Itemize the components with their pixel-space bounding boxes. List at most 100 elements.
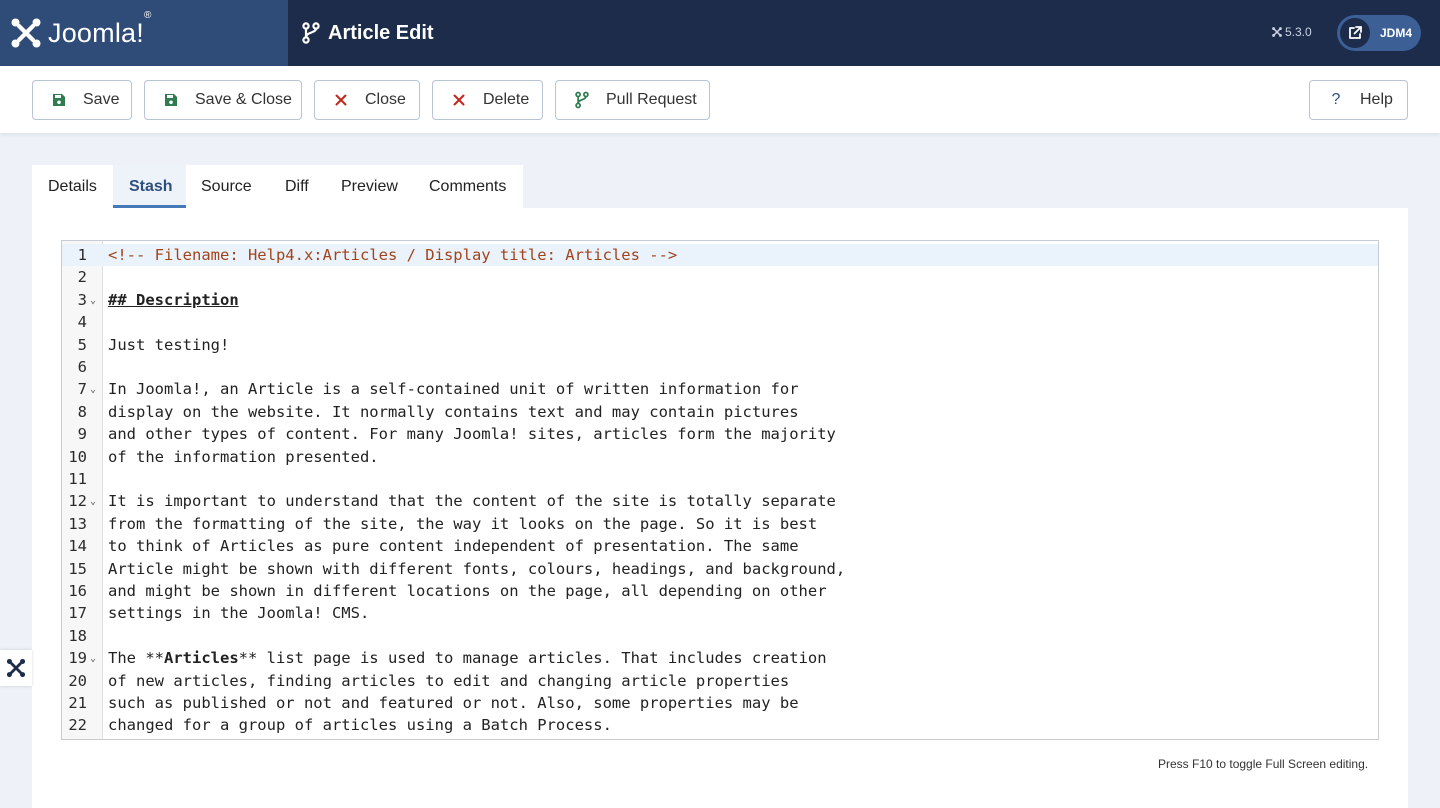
code-line[interactable]: 9 and other types of content. For many Jo…	[62, 423, 1378, 445]
brand-name: Joomla!®	[48, 9, 152, 48]
code-text: and other types of content. For many Joo…	[108, 425, 836, 444]
line-number: 16	[68, 582, 87, 600]
code-line[interactable]: 6	[62, 356, 1378, 378]
code-text: <!-- Filename: Help4.x:Articles / Displa…	[108, 246, 678, 264]
code-text: changed for a group of articles using a …	[108, 716, 612, 735]
user-menu-button[interactable]: JDM4	[1337, 15, 1421, 51]
save-and-close-button[interactable]: Save & Close	[144, 80, 302, 120]
header-bar: Joomla!® Article Edit 5.3.0 JDM4	[0, 0, 1440, 66]
fold-toggle-icon[interactable]: ⌄	[90, 491, 96, 513]
code-text: It is important to understand that the c…	[108, 492, 836, 511]
code-text: and might be shown in different location…	[108, 582, 827, 600]
line-number: 21	[68, 694, 87, 712]
branch-icon	[572, 91, 592, 109]
code-line[interactable]: 8 display on the website. It normally con…	[62, 401, 1378, 423]
line-number: 18	[68, 626, 87, 645]
tab-stash[interactable]: Stash	[113, 165, 186, 208]
code-line[interactable]: 16 and might be shown in different locati…	[62, 580, 1378, 602]
line-number: 3	[77, 290, 87, 309]
save-icon	[49, 93, 69, 107]
save-button[interactable]: Save	[32, 80, 132, 120]
branch-icon	[302, 22, 320, 44]
tab-source[interactable]: Source	[186, 165, 268, 208]
code-text: In Joomla!, an Article is a self-contain…	[108, 380, 799, 399]
code-text: such as published or not and featured or…	[108, 694, 799, 712]
help-icon: ?	[1331, 91, 1341, 108]
code-line[interactable]: 5 Just testing!	[62, 334, 1378, 356]
fullscreen-hint: Press F10 to toggle Full Screen editing.	[1158, 757, 1369, 771]
tab-preview[interactable]: Preview	[325, 165, 413, 208]
brand-logo[interactable]: Joomla!®	[0, 0, 288, 66]
line-number: 12	[68, 492, 87, 511]
joomla-small-icon	[1272, 27, 1282, 37]
close-icon	[331, 94, 351, 106]
line-number: 15	[68, 559, 87, 578]
code-text: from the formatting of the site, the way…	[108, 514, 818, 533]
line-number: 17	[68, 604, 87, 623]
fold-toggle-icon[interactable]: ⌄	[90, 290, 96, 312]
code-line[interactable]: 17 settings in the Joomla! CMS.	[62, 602, 1378, 624]
toolbar: Save Save & Close Close Delete Pull Requ…	[0, 66, 1440, 133]
line-number: 20	[68, 671, 87, 690]
line-number: 8	[77, 402, 87, 421]
code-line[interactable]: 21 such as published or not and featured …	[62, 692, 1378, 714]
fold-toggle-icon[interactable]: ⌄	[90, 379, 96, 401]
line-number: 10	[68, 447, 87, 466]
code-text: to think of Articles as pure content ind…	[108, 537, 799, 556]
code-line[interactable]: 3 ⌄ ## Description	[62, 289, 1378, 311]
code-line[interactable]: 12 ⌄ It is important to understand that th…	[62, 490, 1378, 512]
code-line[interactable]: 13 from the formatting of the site, the w…	[62, 513, 1378, 535]
code-line[interactable]: 11	[62, 468, 1378, 490]
line-number: 7	[77, 380, 87, 399]
code-line[interactable]: 15 Article might be shown with different …	[62, 558, 1378, 580]
code-text: of the information presented.	[108, 447, 379, 466]
code-text: Article might be shown with different fo…	[108, 559, 846, 578]
code-line[interactable]: 4	[62, 311, 1378, 333]
code-text: ## Description	[108, 290, 239, 309]
save-icon	[161, 93, 181, 107]
joomla-logo-icon	[11, 18, 41, 48]
code-text: display on the website. It normally cont…	[108, 402, 799, 421]
page-title: Article Edit	[328, 21, 434, 44]
code-text: The **Articles** list page is used to ma…	[108, 649, 827, 668]
line-number: 6	[77, 358, 87, 376]
tab-bar: Details Stash Source Diff Preview Commen…	[32, 165, 523, 208]
code-line[interactable]: 20 of new articles, finding articles to e…	[62, 670, 1378, 692]
line-number: 13	[68, 514, 87, 533]
code-line[interactable]: 10 of the information presented.	[62, 446, 1378, 468]
line-number: 2	[77, 268, 87, 287]
line-number: 22	[68, 716, 87, 735]
joomla-side-icon[interactable]	[0, 650, 32, 686]
line-number: 5	[77, 335, 87, 354]
code-line[interactable]: 2	[62, 266, 1378, 288]
code-text: of new articles, finding articles to edi…	[108, 671, 790, 690]
line-number: 11	[68, 470, 87, 488]
line-number: 9	[77, 425, 87, 444]
code-line[interactable]: 18	[62, 625, 1378, 647]
tab-comments[interactable]: Comments	[413, 165, 523, 208]
fold-toggle-icon[interactable]: ⌄	[90, 648, 96, 670]
line-number: 19	[68, 649, 87, 668]
close-button[interactable]: Close	[314, 80, 420, 120]
close-icon	[449, 94, 469, 106]
page-title-area: Article Edit	[302, 0, 434, 66]
code-editor[interactable]: 1 <!-- Filename: Help4.x:Articles / Displ…	[61, 240, 1379, 740]
pull-request-button[interactable]: Pull Request	[555, 80, 710, 120]
line-number: 14	[68, 537, 87, 556]
line-number: 1	[77, 246, 87, 264]
code-text: Just testing!	[108, 335, 230, 354]
code-line[interactable]: 1 <!-- Filename: Help4.x:Articles / Displ…	[62, 244, 1378, 267]
code-line[interactable]: 7 ⌄ In Joomla!, an Article is a self-conta…	[62, 378, 1378, 400]
help-button[interactable]: ? Help	[1309, 80, 1408, 120]
code-line[interactable]: 14 to think of Articles as pure content i…	[62, 535, 1378, 557]
bold-markup-text: Articles	[164, 649, 239, 668]
line-number: 4	[77, 313, 87, 332]
tab-diff[interactable]: Diff	[268, 165, 325, 208]
code-line[interactable]: 22 changed for a group of articles using …	[62, 714, 1378, 736]
external-link-icon	[1340, 18, 1370, 48]
code-text: settings in the Joomla! CMS.	[108, 604, 370, 623]
tab-details[interactable]: Details	[32, 165, 113, 208]
delete-button[interactable]: Delete	[432, 80, 543, 120]
user-label: JDM4	[1380, 26, 1413, 40]
code-line[interactable]: 19 ⌄ The **Articles** list page is used to…	[62, 647, 1378, 669]
